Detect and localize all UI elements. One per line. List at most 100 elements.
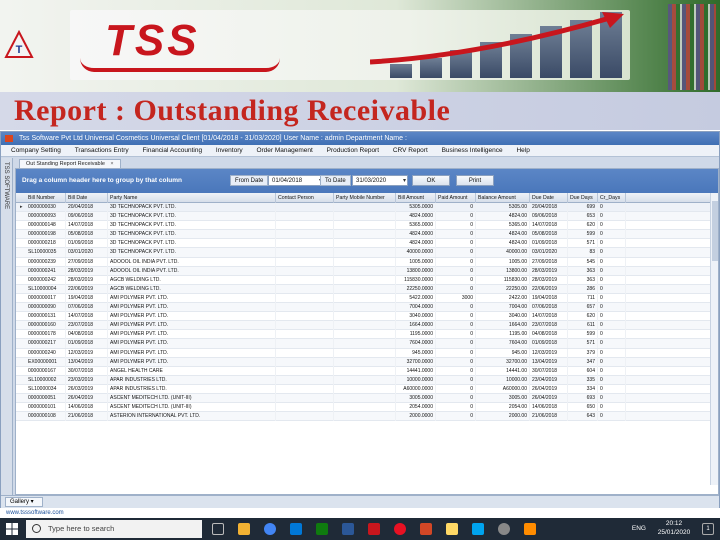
table-row[interactable]: 0000000093 09/06/2018 3D TECHNOPACK PVT. L… <box>16 212 718 222</box>
table-row[interactable]: SL10000035 03/01/2020 3D TECHNOPACK PVT. L… <box>16 248 718 258</box>
menu-business-intelligence[interactable]: Business Intelligence <box>436 145 509 157</box>
clock[interactable]: 20:12 25/01/2020 <box>652 520 696 537</box>
table-row[interactable]: 0000000239 27/09/2018 ADOOOL OIL INDIA PVT… <box>16 257 718 267</box>
table-row[interactable]: 0000000051 26/04/2019 ASCENT MEDITECH LTD.… <box>16 393 718 404</box>
from-date-input[interactable]: 01/04/2018 ▾ <box>268 175 324 186</box>
column-header[interactable]: Paid Amount <box>436 193 476 203</box>
table-header: Bill Number Bill Date Party Name Contact Pe… <box>16 193 718 203</box>
vertical-scrollbar[interactable] <box>710 193 718 485</box>
tab-outstanding-report[interactable]: Out Standing Report Receivable × <box>19 159 121 168</box>
store-icon[interactable] <box>342 523 354 535</box>
table-cell: 0 <box>598 303 626 313</box>
chrome-icon[interactable] <box>264 523 276 535</box>
table-row[interactable]: ▸ 0000000030 20/04/2018 3D TECHNOPACK PVT. … <box>16 203 718 213</box>
table-cell: 599 <box>568 330 598 340</box>
gallery-dropdown[interactable]: Gallery ▾ <box>5 497 43 507</box>
table-row[interactable]: 0000000090 07/06/2018 AMI POLYMER PVT. LTD… <box>16 303 718 313</box>
table-cell <box>276 412 334 422</box>
sticky-notes-icon[interactable] <box>446 523 458 535</box>
opera-icon[interactable] <box>394 523 406 535</box>
table-cell <box>334 221 396 231</box>
search-icon <box>32 524 41 533</box>
print-button[interactable]: Print <box>456 175 494 186</box>
menu-help[interactable]: Help <box>510 145 535 157</box>
windows-start-icon[interactable] <box>6 523 18 535</box>
column-header[interactable]: Due Date <box>530 193 568 203</box>
mail-icon[interactable] <box>290 523 302 535</box>
table-cell <box>276 221 334 231</box>
column-header[interactable]: Bill Number <box>26 193 66 203</box>
to-date-input[interactable]: 31/03/2020 ▾ <box>352 175 408 186</box>
column-header[interactable]: Party Mobile Number <box>334 193 396 203</box>
table-cell: 0 <box>598 357 626 367</box>
ok-button[interactable]: OK <box>412 175 450 186</box>
to-date-label: To Date <box>320 175 351 186</box>
table-row[interactable]: 0000000218 01/09/2018 3D TECHNOPACK PVT. L… <box>16 239 718 249</box>
scrollbar-thumb[interactable] <box>712 201 718 261</box>
table-row[interactable]: 0000000131 14/07/2018 AMI POLYMER PVT. LTD… <box>16 312 718 322</box>
table-cell: 14441.00 <box>476 366 530 376</box>
table-row[interactable]: 0000000017 19/04/2018 AMI POLYMER PVT. LTD… <box>16 293 718 304</box>
table-row[interactable]: 0000000160 23/07/2018 AMI POLYMER PVT. LTD… <box>16 321 718 331</box>
table-row[interactable]: 0000000148 14/07/2018 3D TECHNOPACK PVT. L… <box>16 221 718 231</box>
table-row[interactable]: 0000000108 21/06/2018 ASTERION INTERNATION… <box>16 412 718 422</box>
tss-app-icon[interactable] <box>368 523 380 535</box>
column-header[interactable]: Bill Amount <box>396 193 436 203</box>
teamviewer-icon[interactable] <box>316 523 328 535</box>
menu-company-setting[interactable]: Company Setting <box>1 145 67 157</box>
row-pointer-icon: ▸ <box>20 204 23 210</box>
table-cell: SL10000034 <box>26 384 66 394</box>
table-row[interactable]: 0000000167 30/07/2018 ANGEL HEALTH CARE 144… <box>16 366 718 376</box>
table-row[interactable]: EX00000001 13/04/2019 AMI POLYMER PVT. LTD… <box>16 357 718 367</box>
decorative-pattern <box>668 4 716 90</box>
table-row[interactable]: 0000000242 28/03/2019 AGCB WELDING LTD. 115… <box>16 275 718 285</box>
table-cell: 0 <box>598 293 626 303</box>
column-header[interactable]: Balance Amount <box>476 193 530 203</box>
table-row[interactable]: 0000000101 14/06/2018 ASCENT MEDITECH LTD.… <box>16 403 718 413</box>
taskbar: Type here to search ENG 20:12 25/01/2020… <box>0 518 720 540</box>
language-indicator[interactable]: ENG <box>632 525 646 532</box>
column-header[interactable]: Bill Date <box>66 193 108 203</box>
table-row[interactable]: SL10000002 23/03/2019 APAR INDUSTRIES LTD.… <box>16 375 718 385</box>
table-row[interactable]: 0000000198 05/08/2018 3D TECHNOPACK PVT. L… <box>16 230 718 240</box>
menu-financial-accounting[interactable]: Financial Accounting <box>136 145 208 157</box>
column-header[interactable]: Cr_Days <box>598 193 626 203</box>
powerpoint-icon[interactable] <box>420 523 432 535</box>
table-row[interactable]: 0000000217 01/09/2018 AMI POLYMER PVT. LTD… <box>16 339 718 349</box>
table-cell: 0 <box>436 375 476 385</box>
table-cell: 0 <box>598 257 626 267</box>
menu-order-management[interactable]: Order Management <box>250 145 318 157</box>
table-cell: 611 <box>568 321 598 331</box>
file-explorer-icon[interactable] <box>238 523 250 535</box>
table-cell: 0000000131 <box>26 312 66 322</box>
table-cell: 0 <box>436 239 476 249</box>
table-row[interactable]: 0000000178 04/08/2018 AMI POLYMER PVT. LTD… <box>16 330 718 340</box>
table-cell: 0000000148 <box>26 221 66 231</box>
task-view-icon[interactable] <box>212 523 224 535</box>
table-cell: 620 <box>568 312 598 322</box>
chevron-down-icon[interactable]: ▾ <box>403 176 406 186</box>
website-url[interactable]: www.tsssoftware.com <box>0 508 720 518</box>
table-cell: AMI POLYMER PVT. LTD. <box>108 348 276 358</box>
taskbar-search-input[interactable]: Type here to search <box>26 520 202 538</box>
table-cell: 5365.00 <box>476 221 530 231</box>
table-cell <box>334 366 396 376</box>
table-row[interactable]: SL10000004 22/06/2019 AGCB WELDING LTD. 222… <box>16 284 718 294</box>
table-row[interactable]: SL10000034 26/03/2019 APAR INDUSTRIES LTD.… <box>16 384 718 394</box>
notification-icon[interactable]: 1 <box>702 523 714 535</box>
table-row[interactable]: 0000000240 12/03/2019 AMI POLYMER PVT. LTD… <box>16 348 718 358</box>
menu-crv-report[interactable]: CRV Report <box>387 145 434 157</box>
column-header[interactable]: Party Name <box>108 193 276 203</box>
skype-icon[interactable] <box>472 523 484 535</box>
side-tab[interactable]: TSS SOFTWARE <box>1 158 13 495</box>
table-cell <box>276 357 334 367</box>
vlc-icon[interactable] <box>524 523 536 535</box>
table-row[interactable]: 0000000241 28/03/2019 ADOOOL OIL INDIA PVT… <box>16 266 718 276</box>
column-header[interactable]: Due Days <box>568 193 598 203</box>
column-header[interactable]: Contact Person <box>276 193 334 203</box>
menu-transactions-entry[interactable]: Transactions Entry <box>69 145 135 157</box>
app-icon[interactable] <box>498 523 510 535</box>
menu-inventory[interactable]: Inventory <box>210 145 249 157</box>
menu-production-report[interactable]: Production Report <box>321 145 385 157</box>
table-cell <box>276 393 334 403</box>
